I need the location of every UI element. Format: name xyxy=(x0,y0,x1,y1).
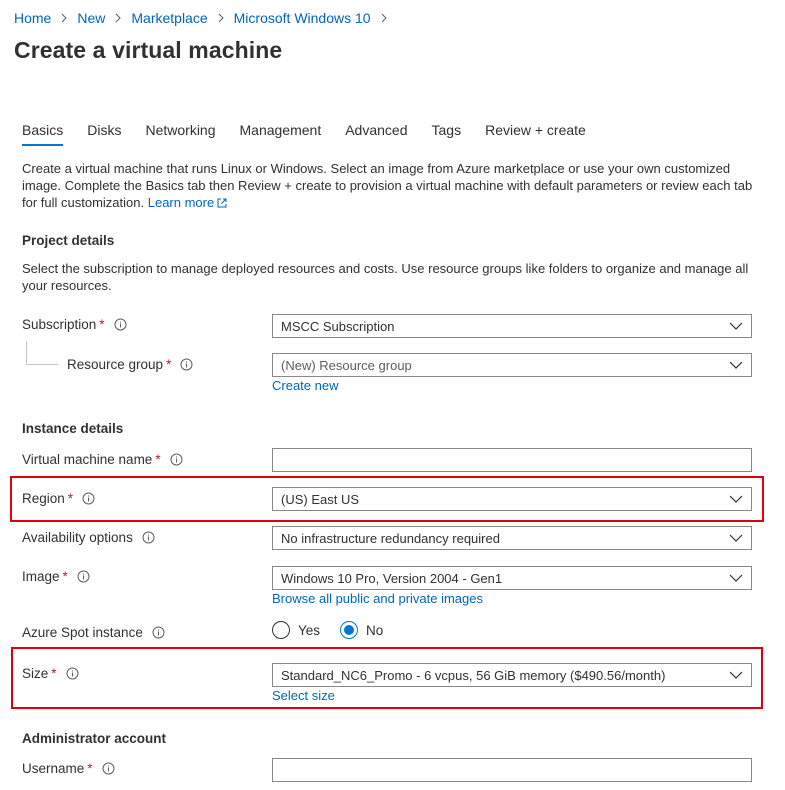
instance-details-title: Instance details xyxy=(22,421,124,436)
required-marker: * xyxy=(99,317,105,332)
image-label: Image * xyxy=(22,569,90,584)
region-label-text: Region xyxy=(22,491,65,506)
chevron-right-icon xyxy=(217,13,225,23)
region-value: (US) East US xyxy=(281,491,360,507)
project-details-description: Select the subscription to manage deploy… xyxy=(22,261,749,293)
project-details-title: Project details xyxy=(22,233,115,248)
tab-networking[interactable]: Networking xyxy=(145,122,215,146)
radio-checked-icon xyxy=(340,621,359,639)
size-label: Size * xyxy=(22,666,79,681)
vm-name-input[interactable] xyxy=(272,448,752,472)
info-icon[interactable] xyxy=(82,492,95,505)
vm-name-label-text: Virtual machine name xyxy=(22,452,153,467)
subscription-label-text: Subscription xyxy=(22,317,97,332)
username-input[interactable] xyxy=(272,758,752,782)
tab-management[interactable]: Management xyxy=(240,122,322,146)
availability-select[interactable]: No infrastructure redundancy required xyxy=(272,526,752,550)
size-select[interactable]: Standard_NC6_Promo - 6 vcpus, 56 GiB mem… xyxy=(272,663,752,687)
chevron-down-icon xyxy=(729,533,743,543)
spot-label-text: Azure Spot instance xyxy=(22,625,143,640)
admin-account-title: Administrator account xyxy=(22,731,167,746)
chevron-right-icon xyxy=(60,13,68,23)
subscription-value: MSCC Subscription xyxy=(281,318,395,334)
spot-radio-yes[interactable]: Yes xyxy=(272,621,320,639)
username-label-text: Username xyxy=(22,761,85,776)
required-marker: * xyxy=(67,491,74,506)
learn-more-link[interactable]: Learn more xyxy=(148,195,227,210)
subscription-label: Subscription * xyxy=(22,317,127,332)
subscription-select[interactable]: MSCC Subscription xyxy=(272,314,752,338)
spot-option-yes: Yes xyxy=(298,622,321,638)
info-icon[interactable] xyxy=(114,318,127,331)
info-icon[interactable] xyxy=(152,626,165,639)
required-marker: * xyxy=(87,761,93,776)
resource-group-placeholder: (New) Resource group xyxy=(281,357,412,373)
resource-group-label: Resource group * xyxy=(67,357,193,372)
image-select[interactable]: Windows 10 Pro, Version 2004 - Gen1 xyxy=(272,566,752,590)
breadcrumb-marketplace[interactable]: Marketplace xyxy=(131,10,207,26)
breadcrumb: Home New Marketplace Microsoft Windows 1… xyxy=(14,10,397,26)
external-link-icon xyxy=(217,195,227,212)
info-icon[interactable] xyxy=(142,531,155,544)
tab-disks[interactable]: Disks xyxy=(87,122,121,146)
page-title: Create a virtual machine xyxy=(14,37,283,63)
chevron-down-icon xyxy=(729,573,743,583)
tab-review-create[interactable]: Review + create xyxy=(485,122,586,146)
tab-basics[interactable]: Basics xyxy=(22,122,64,146)
tab-bar: Basics Disks Networking Management Advan… xyxy=(22,122,610,146)
breadcrumb-new[interactable]: New xyxy=(77,10,105,26)
required-marker: * xyxy=(62,569,68,584)
resource-group-label-text: Resource group xyxy=(67,357,164,372)
required-marker: * xyxy=(166,357,172,372)
region-label: Region * xyxy=(22,491,95,506)
vm-name-label: Virtual machine name * xyxy=(22,452,183,467)
create-new-link[interactable]: Create new xyxy=(272,378,338,393)
resource-group-select[interactable]: (New) Resource group xyxy=(272,353,752,377)
tab-advanced[interactable]: Advanced xyxy=(345,122,407,146)
info-icon[interactable] xyxy=(170,453,183,466)
info-icon[interactable] xyxy=(66,667,79,680)
region-select[interactable]: (US) East US xyxy=(272,487,752,511)
info-icon[interactable] xyxy=(102,762,115,775)
required-marker: * xyxy=(51,666,57,681)
info-icon[interactable] xyxy=(180,358,193,371)
info-icon[interactable] xyxy=(77,570,90,583)
required-marker: * xyxy=(155,452,161,467)
chevron-down-icon xyxy=(729,321,743,331)
browse-images-link[interactable]: Browse all public and private images xyxy=(272,591,483,606)
spot-option-no: No xyxy=(366,622,384,638)
spot-radio-group: Yes No xyxy=(272,621,403,639)
tab-tags[interactable]: Tags xyxy=(432,122,462,146)
chevron-down-icon xyxy=(729,494,743,504)
breadcrumb-home[interactable]: Home xyxy=(14,10,51,26)
size-label-text: Size xyxy=(22,666,49,681)
availability-value: No infrastructure redundancy required xyxy=(281,530,500,546)
username-label: Username * xyxy=(22,761,115,776)
tree-connector xyxy=(26,364,58,365)
tree-connector xyxy=(26,341,27,365)
chevron-down-icon xyxy=(729,670,743,680)
radio-dot xyxy=(344,625,355,635)
radio-unchecked-icon xyxy=(272,621,290,639)
intro-description: Create a virtual machine that runs Linux… xyxy=(22,161,753,210)
availability-label: Availability options xyxy=(22,530,155,545)
chevron-right-icon xyxy=(380,13,388,23)
image-label-text: Image xyxy=(22,569,60,584)
chevron-down-icon xyxy=(729,360,743,370)
chevron-right-icon xyxy=(114,13,122,23)
spot-label: Azure Spot instance xyxy=(22,625,165,640)
select-size-link[interactable]: Select size xyxy=(272,688,335,703)
breadcrumb-windows10[interactable]: Microsoft Windows 10 xyxy=(234,10,371,26)
size-value: Standard_NC6_Promo - 6 vcpus, 56 GiB mem… xyxy=(281,667,666,683)
spot-radio-no[interactable]: No xyxy=(340,621,383,639)
availability-label-text: Availability options xyxy=(22,530,133,545)
learn-more-label: Learn more xyxy=(147,195,215,210)
intro-text: Create a virtual machine that runs Linux… xyxy=(22,160,762,212)
image-value: Windows 10 Pro, Version 2004 - Gen1 xyxy=(281,570,503,586)
